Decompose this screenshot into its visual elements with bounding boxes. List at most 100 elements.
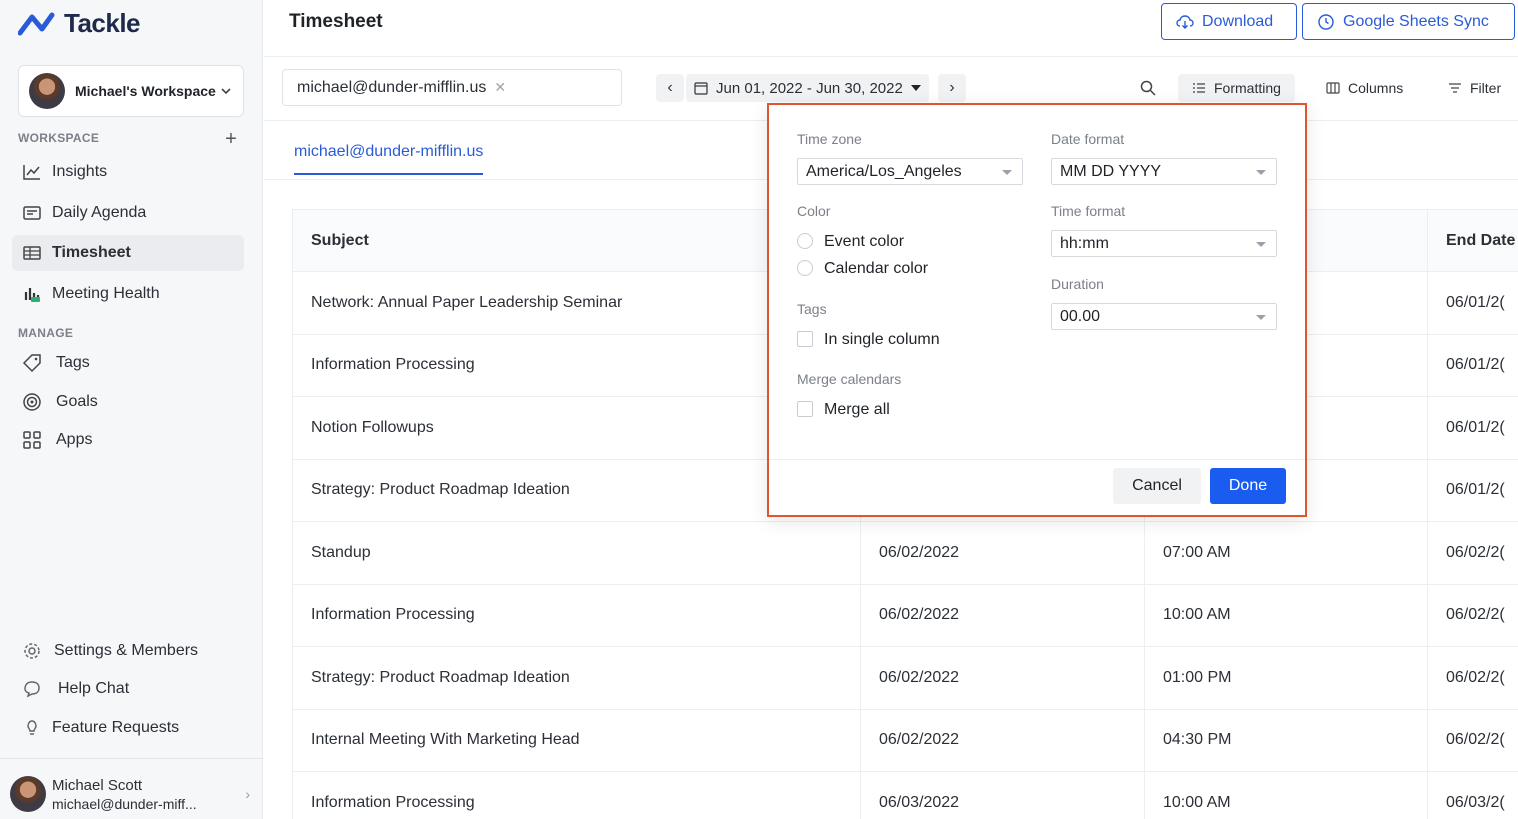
start-time-cell: 01:00 PM bbox=[1144, 647, 1427, 709]
start-time-cell: 04:30 PM bbox=[1144, 709, 1427, 771]
date-format-select[interactable]: MM DD YYYY bbox=[1051, 158, 1277, 185]
start-time-cell: 10:00 AM bbox=[1144, 584, 1427, 646]
start-date-cell: 06/02/2022 bbox=[860, 709, 1144, 771]
account-chip: michael@dunder-mifflin.us bbox=[297, 78, 487, 96]
column-header-end-date[interactable]: End Date bbox=[1427, 210, 1518, 271]
popup-divider bbox=[769, 459, 1305, 460]
merge-calendars-label: Merge calendars bbox=[797, 371, 902, 387]
clock-icon bbox=[1318, 13, 1334, 30]
sidebar-item-label: Settings & Members bbox=[54, 642, 199, 659]
next-range-button[interactable]: › bbox=[938, 74, 966, 102]
merge-all-checkbox[interactable] bbox=[797, 401, 813, 417]
google-sheets-sync-button[interactable]: Google Sheets Sync bbox=[1302, 3, 1515, 40]
time-format-label: Time format bbox=[1051, 203, 1126, 219]
start-time-cell: 07:00 AM bbox=[1144, 522, 1427, 584]
time-format-select[interactable]: hh:mm bbox=[1051, 230, 1277, 257]
sidebar-item-label: Feature Requests bbox=[52, 719, 180, 736]
start-date-cell: 06/02/2022 bbox=[860, 522, 1144, 584]
sidebar-item-goals[interactable]: Goals bbox=[12, 384, 244, 420]
calendar-account-select[interactable]: michael@dunder-mifflin.us ✕ bbox=[282, 69, 622, 106]
chat-bubble-icon bbox=[22, 679, 42, 699]
date-format-value: MM DD YYYY bbox=[1060, 162, 1162, 180]
end-date-cell: 06/02/2( bbox=[1427, 584, 1518, 646]
sidebar-item-settings-members[interactable]: Settings & Members bbox=[12, 633, 244, 669]
header-divider bbox=[264, 56, 1518, 57]
columns-label: Columns bbox=[1348, 80, 1404, 96]
tackle-logo-icon bbox=[18, 12, 55, 35]
duration-label: Duration bbox=[1051, 276, 1104, 292]
page-title: Timesheet bbox=[289, 11, 383, 32]
calendar-color-radio[interactable] bbox=[797, 260, 813, 276]
bar-chart-icon bbox=[22, 284, 42, 304]
date-range-picker[interactable]: Jun 01, 2022 - Jun 30, 2022 bbox=[686, 74, 929, 102]
remove-chip-icon[interactable]: ✕ bbox=[494, 79, 506, 96]
filter-label: Filter bbox=[1470, 80, 1502, 96]
sidebar-item-meeting-health[interactable]: Meeting Health bbox=[12, 276, 244, 312]
date-format-label: Date format bbox=[1051, 131, 1125, 147]
merge-all-label: Merge all bbox=[824, 401, 890, 418]
chevron-left-icon: ‹ bbox=[667, 79, 673, 96]
download-button[interactable]: Download bbox=[1161, 3, 1297, 40]
table-row[interactable]: Information Processing 06/03/2022 10:00 … bbox=[293, 772, 1518, 819]
caret-down-icon bbox=[1256, 315, 1266, 320]
sidebar-item-daily-agenda[interactable]: Daily Agenda bbox=[12, 195, 244, 231]
sidebar-item-label: Timesheet bbox=[52, 244, 131, 261]
sidebar-item-timesheet[interactable]: Timesheet bbox=[12, 235, 244, 271]
timezone-select[interactable]: America/Los_Angeles bbox=[797, 158, 1023, 185]
subject-cell: Information Processing bbox=[311, 793, 475, 811]
start-date-cell: 06/02/2022 bbox=[860, 584, 1144, 646]
end-date-cell: 06/02/2( bbox=[1427, 647, 1518, 709]
subject-cell: Internal Meeting With Marketing Head bbox=[311, 731, 580, 749]
sidebar-divider bbox=[0, 758, 263, 759]
formatting-button[interactable]: Formatting bbox=[1178, 74, 1295, 102]
sidebar-item-help-chat[interactable]: Help Chat bbox=[12, 671, 244, 707]
start-date-cell: 06/02/2022 bbox=[860, 647, 1144, 709]
calendar-list-icon bbox=[22, 203, 42, 223]
user-profile[interactable]: Michael Scott michael@dunder-miff... › bbox=[10, 770, 250, 818]
formatting-popup: Time zone America/Los_Angeles Date forma… bbox=[767, 103, 1307, 517]
search-icon[interactable] bbox=[1139, 79, 1157, 97]
google-sheets-sync-label: Google Sheets Sync bbox=[1343, 12, 1489, 30]
sidebar-item-apps[interactable]: Apps bbox=[12, 422, 244, 458]
duration-select[interactable]: 00.00 bbox=[1051, 303, 1277, 330]
columns-button[interactable]: Columns bbox=[1312, 74, 1417, 102]
tab-account[interactable]: michael@dunder-mifflin.us bbox=[294, 143, 484, 175]
duration-value: 00.00 bbox=[1060, 307, 1101, 325]
caret-down-icon bbox=[1256, 242, 1266, 247]
end-date-cell: 06/03/2( bbox=[1427, 772, 1518, 819]
sidebar-item-label: Help Chat bbox=[58, 680, 130, 697]
sidebar-item-feature-requests[interactable]: Feature Requests bbox=[12, 710, 244, 746]
caret-down-icon bbox=[910, 85, 921, 91]
end-date-cell: 06/02/2( bbox=[1427, 709, 1518, 771]
avatar bbox=[10, 776, 46, 812]
single-column-checkbox[interactable] bbox=[797, 331, 813, 347]
subject-cell: Standup bbox=[311, 543, 371, 561]
cancel-button[interactable]: Cancel bbox=[1113, 468, 1201, 504]
table-row[interactable]: Information Processing 06/02/2022 10:00 … bbox=[293, 584, 1518, 647]
sidebar-item-label: Insights bbox=[52, 163, 108, 180]
tackle-logo[interactable]: Tackle bbox=[18, 8, 141, 39]
table-row[interactable]: Strategy: Product Roadmap Ideation 06/02… bbox=[293, 647, 1518, 710]
formatting-icon bbox=[1193, 83, 1205, 93]
end-date-cell: 06/01/2( bbox=[1427, 272, 1518, 334]
table-row[interactable]: Standup 06/02/2022 07:00 AM 06/02/2( bbox=[293, 522, 1518, 585]
workspace-name: Michael's Workspace bbox=[75, 83, 216, 99]
filter-button[interactable]: Filter bbox=[1434, 74, 1515, 102]
app-name: Tackle bbox=[64, 8, 141, 38]
date-range-label: Jun 01, 2022 - Jun 30, 2022 bbox=[716, 79, 903, 97]
caret-down-icon bbox=[1256, 170, 1266, 175]
done-button[interactable]: Done bbox=[1210, 468, 1286, 504]
table-row[interactable]: Internal Meeting With Marketing Head 06/… bbox=[293, 709, 1518, 772]
add-workspace-item-button[interactable]: + bbox=[222, 129, 240, 149]
caret-down-icon bbox=[1002, 170, 1012, 175]
sidebar-item-label: Goals bbox=[56, 393, 98, 410]
sidebar-item-tags[interactable]: Tags bbox=[12, 345, 244, 381]
sidebar-item-insights[interactable]: Insights bbox=[12, 154, 244, 190]
sidebar: Tackle Michael's Workspace WORKSPACE + I… bbox=[0, 0, 263, 819]
cloud-download-icon bbox=[1176, 14, 1194, 29]
calendar-color-label: Calendar color bbox=[824, 260, 929, 277]
workspace-switcher[interactable]: Michael's Workspace bbox=[18, 65, 244, 117]
event-color-radio[interactable] bbox=[797, 233, 813, 249]
previous-range-button[interactable]: ‹ bbox=[656, 74, 684, 102]
calendar-icon bbox=[694, 82, 708, 95]
